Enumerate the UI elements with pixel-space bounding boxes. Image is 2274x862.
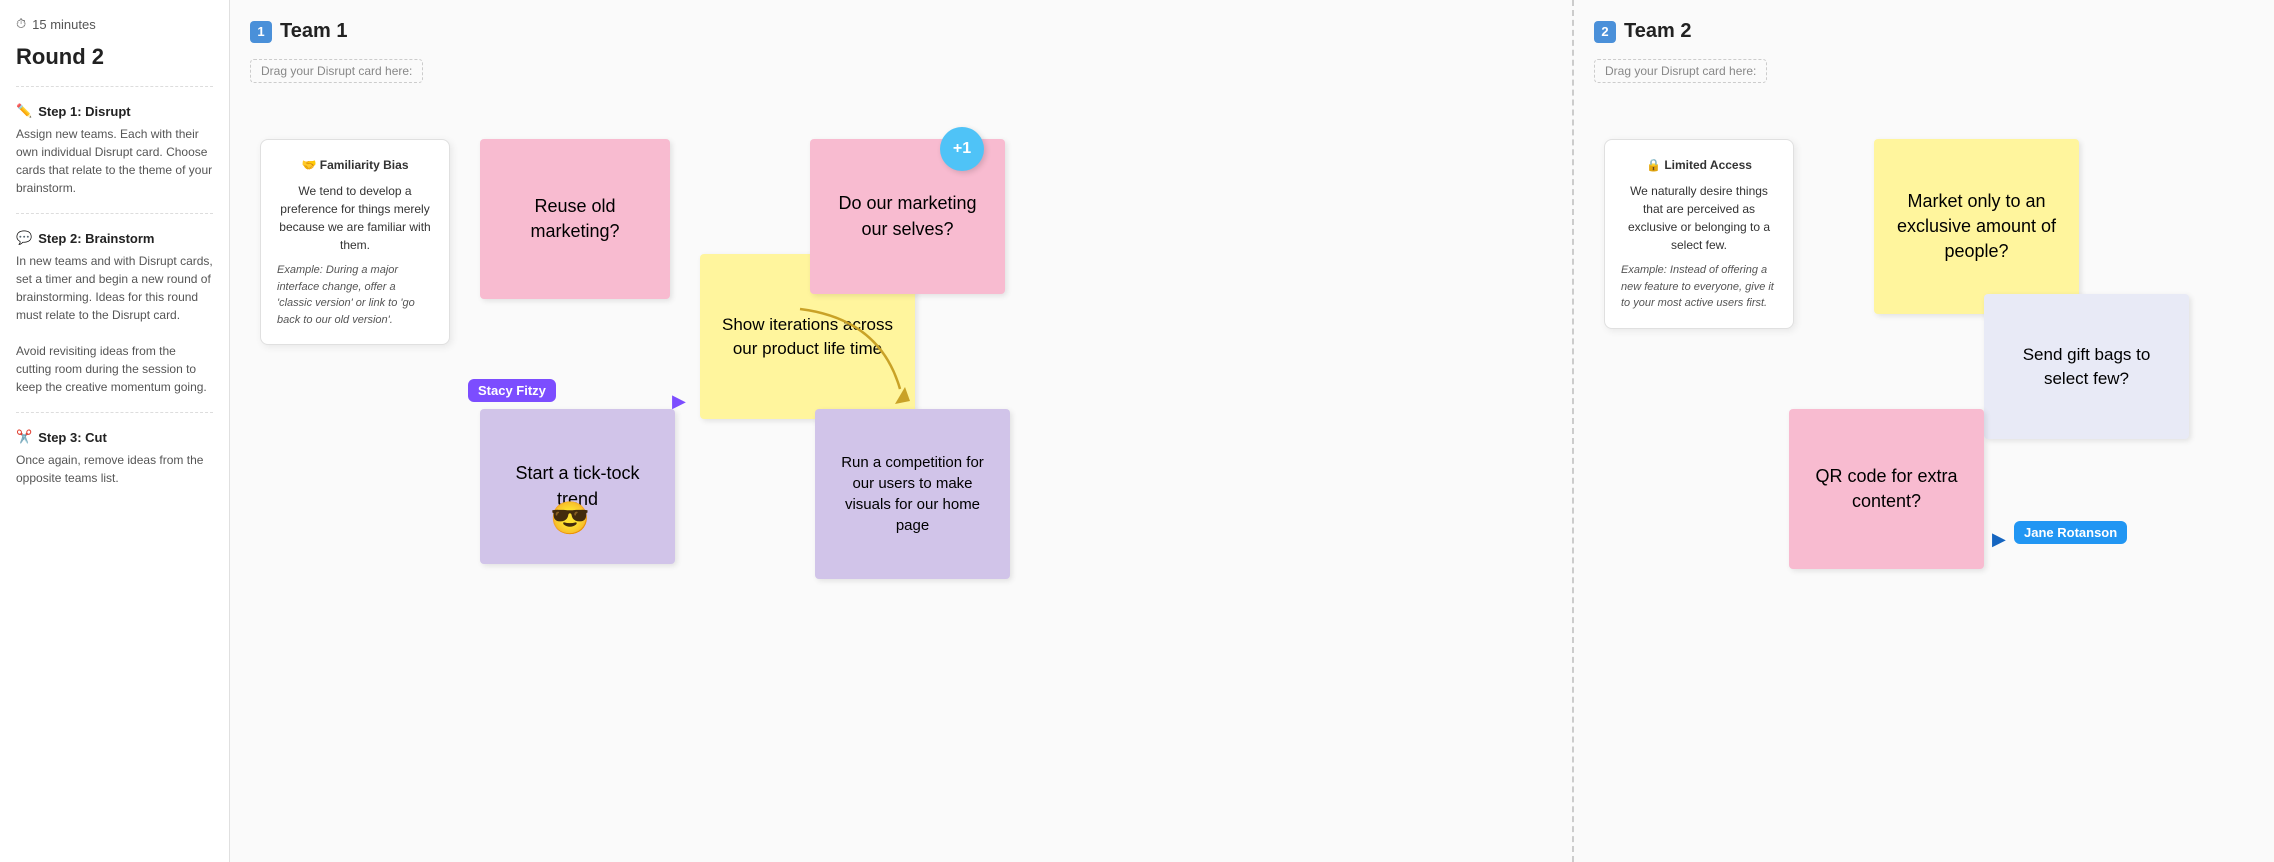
team-2-drag-hint: Drag your Disrupt card here: bbox=[1594, 59, 1767, 83]
team-2-board: 2 Team 2 Drag your Disrupt card here: 🔒 … bbox=[1574, 0, 2274, 862]
team-1-drag-hint: Drag your Disrupt card here: bbox=[250, 59, 423, 83]
step-3-section: ✂️ Step 3: Cut Once again, remove ideas … bbox=[16, 429, 213, 487]
step-1-label: Step 1: Disrupt bbox=[38, 104, 130, 119]
main-area: 1 Team 1 Drag your Disrupt card here: 🤝 … bbox=[230, 0, 2274, 862]
emoji-sunglasses: 😎 bbox=[550, 499, 590, 537]
team-1-header: 1 Team 1 bbox=[250, 20, 1552, 43]
step-1-section: ✏️ Step 1: Disrupt Assign new teams. Eac… bbox=[16, 103, 213, 197]
team-2-badge: 2 bbox=[1594, 21, 1616, 43]
disrupt-card-2-example: Example: Instead of offering a new featu… bbox=[1621, 262, 1777, 312]
step-3-body: Once again, remove ideas from the opposi… bbox=[16, 451, 213, 487]
sticky-gift-bags[interactable]: Send gift bags to select few? bbox=[1984, 294, 2189, 439]
step-2-icon: 💬 bbox=[16, 230, 32, 246]
sticky-qr-code[interactable]: QR code for extra content? bbox=[1789, 409, 1984, 569]
disrupt-card-1-body: We tend to develop a preference for thin… bbox=[277, 182, 433, 254]
sticky-reuse-marketing[interactable]: Reuse old marketing? bbox=[480, 139, 670, 299]
step-1-icon: ✏️ bbox=[16, 103, 32, 119]
step-2-section: 💬 Step 2: Brainstorm In new teams and wi… bbox=[16, 230, 213, 396]
disrupt-card-2-title: 🔒 Limited Access bbox=[1621, 156, 1777, 174]
disrupt-card-2-body: We naturally desire things that are perc… bbox=[1621, 182, 1777, 254]
timer-icon: ⏱ bbox=[16, 16, 26, 32]
team-1-cards-area[interactable]: 🤝 Familiarity Bias We tend to develop a … bbox=[250, 99, 1552, 799]
team-1-board: 1 Team 1 Drag your Disrupt card here: 🤝 … bbox=[230, 0, 1574, 862]
sticky-competition[interactable]: Run a competition for our users to make … bbox=[815, 409, 1010, 579]
step-2-label: Step 2: Brainstorm bbox=[38, 231, 154, 246]
team-1-badge: 1 bbox=[250, 21, 272, 43]
team-2-header: 2 Team 2 bbox=[1594, 20, 2254, 43]
team-2-cards-area[interactable]: 🔒 Limited Access We naturally desire thi… bbox=[1594, 99, 2254, 799]
step-2-body: In new teams and with Disrupt cards, set… bbox=[16, 252, 213, 396]
team-1-disrupt-card[interactable]: 🤝 Familiarity Bias We tend to develop a … bbox=[260, 139, 450, 345]
sticky-tick-tock[interactable]: Start a tick-tock trend bbox=[480, 409, 675, 564]
stacy-cursor: ◀ bbox=[672, 391, 686, 412]
step-3-icon: ✂️ bbox=[16, 429, 32, 445]
plus-badge: +1 bbox=[940, 127, 984, 171]
user-label-stacy: Stacy Fitzy bbox=[468, 379, 556, 402]
user-label-jane: Jane Rotanson bbox=[2014, 521, 2127, 544]
sticky-market-exclusive[interactable]: Market only to an exclusive amount of pe… bbox=[1874, 139, 2079, 314]
step-1-header: ✏️ Step 1: Disrupt bbox=[16, 103, 213, 119]
step-2-header: 💬 Step 2: Brainstorm bbox=[16, 230, 213, 246]
jane-cursor: ▶ bbox=[1992, 529, 2006, 550]
round-title: Round 2 bbox=[16, 44, 213, 70]
step-3-header: ✂️ Step 3: Cut bbox=[16, 429, 213, 445]
disrupt-card-1-example: Example: During a major interface change… bbox=[277, 262, 433, 328]
team-1-title: Team 1 bbox=[280, 20, 347, 43]
team-2-title: Team 2 bbox=[1624, 20, 1691, 43]
disrupt-card-1-title: 🤝 Familiarity Bias bbox=[277, 156, 433, 174]
step-1-body: Assign new teams. Each with their own in… bbox=[16, 125, 213, 197]
step-3-label: Step 3: Cut bbox=[38, 430, 107, 445]
sidebar: ⏱ 15 minutes Round 2 ✏️ Step 1: Disrupt … bbox=[0, 0, 230, 862]
team-2-disrupt-card[interactable]: 🔒 Limited Access We naturally desire thi… bbox=[1604, 139, 1794, 329]
timer-display: ⏱ 15 minutes bbox=[16, 16, 213, 32]
